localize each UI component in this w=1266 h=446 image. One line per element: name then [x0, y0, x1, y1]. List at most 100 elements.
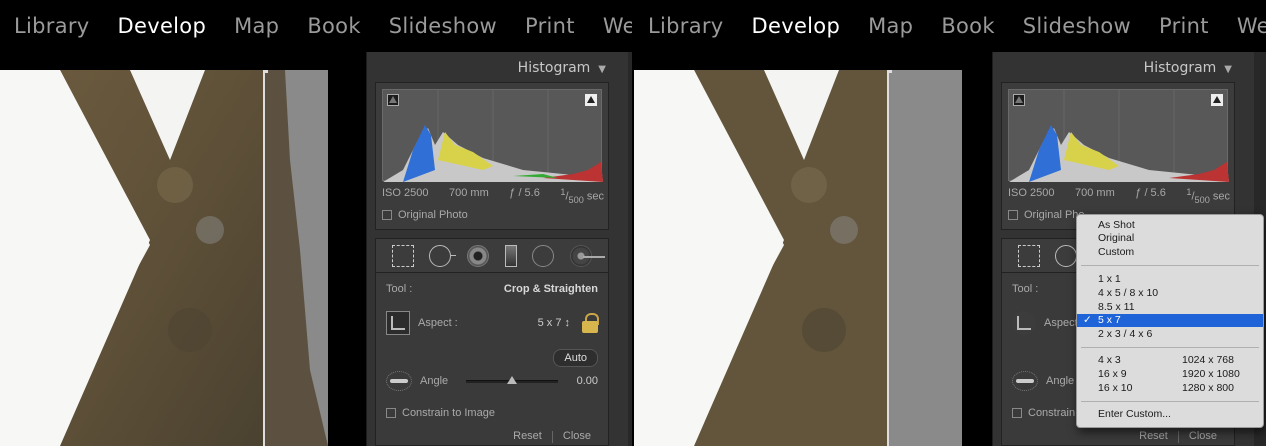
menu-item-4x3[interactable]: 4 x 3 1024 x 768	[1077, 354, 1263, 367]
crop-guide-line[interactable]	[263, 70, 265, 446]
shadow-clipping-icon[interactable]	[387, 94, 399, 106]
graduated-filter-icon[interactable]	[504, 245, 517, 267]
crop-corner-handle[interactable]	[257, 70, 268, 73]
module-book[interactable]: Book	[927, 14, 1008, 38]
menu-item-1280x800[interactable]: 1280 x 800	[1182, 382, 1234, 395]
constrain-row[interactable]: Constrain to Image	[386, 407, 598, 419]
aspect-dropdown[interactable]: 5 x 7 ↕	[538, 317, 570, 329]
menu-item-enter-custom[interactable]: Enter Custom...	[1077, 408, 1263, 421]
module-slideshow[interactable]: Slideshow	[1009, 14, 1145, 38]
angle-slider[interactable]	[466, 375, 558, 384]
menu-item-1024x768[interactable]: 1024 x 768	[1182, 354, 1234, 367]
shutter-speed-value: 1/500 sec	[560, 187, 604, 205]
module-library[interactable]: Library	[0, 14, 104, 38]
photo-canvas[interactable]	[634, 70, 962, 446]
menu-item-1x1[interactable]: 1 x 1	[1077, 273, 1263, 286]
original-photo-toggle[interactable]: Original Pho	[1008, 209, 1085, 221]
module-web[interactable]: Web	[1223, 14, 1266, 38]
menu-item-4x5[interactable]: 4 x 5 / 8 x 10	[1077, 287, 1263, 300]
original-photo-checkbox[interactable]	[1008, 210, 1018, 220]
menu-item-as-shot[interactable]: As Shot	[1077, 219, 1263, 232]
highlight-clipping-icon[interactable]	[585, 94, 597, 106]
adjustment-brush-icon[interactable]	[570, 245, 606, 267]
crop-corner-handle[interactable]	[881, 70, 892, 73]
crop-footer: Reset Close	[1007, 430, 1227, 446]
module-develop[interactable]: Develop	[104, 14, 221, 38]
aperture-value: ƒ / 5.6	[1135, 187, 1166, 199]
histogram-graph[interactable]	[382, 89, 603, 182]
tool-row: Tool : Crop & Straighten	[386, 283, 598, 295]
red-eye-icon[interactable]	[467, 245, 490, 267]
photo-branch-image	[634, 70, 962, 446]
module-print[interactable]: Print	[1145, 14, 1223, 38]
crop-tool-icon[interactable]	[391, 245, 414, 267]
lightroom-window-before: Library Develop Map Book Slideshow Print…	[0, 0, 632, 446]
menu-item-2x3[interactable]: 2 x 3 / 4 x 6	[1077, 328, 1263, 341]
reset-button[interactable]: Reset	[1129, 430, 1178, 446]
angle-value[interactable]: 0.00	[568, 375, 598, 387]
constrain-checkbox[interactable]	[1012, 408, 1022, 418]
menu-item-label: 16 x 9	[1098, 368, 1127, 380]
collapse-triangle-icon[interactable]: ▼	[1224, 64, 1232, 75]
crop-guide-line[interactable]	[887, 70, 889, 446]
crop-frame-icon[interactable]	[386, 311, 410, 335]
menu-item-original[interactable]: Original	[1077, 232, 1263, 245]
spot-removal-icon[interactable]	[429, 245, 457, 267]
aspect-lock-icon[interactable]	[582, 313, 599, 333]
module-picker: Library Develop Map Book Slideshow Print…	[634, 0, 1266, 52]
aperture-value: ƒ / 5.6	[509, 187, 540, 199]
close-button[interactable]: Close	[1179, 430, 1227, 446]
highlight-clipping-icon[interactable]	[1211, 94, 1223, 106]
module-book[interactable]: Book	[293, 14, 374, 38]
module-map[interactable]: Map	[220, 14, 293, 38]
original-photo-checkbox[interactable]	[382, 210, 392, 220]
crop-panel: Tool : Crop & Straighten Aspect : 5 x 7 …	[375, 272, 609, 446]
exif-info: ISO 2500 700 mm ƒ / 5.6 1/500 sec	[382, 187, 604, 205]
spot-removal-icon[interactable]	[1055, 245, 1083, 267]
iso-value: ISO 2500	[382, 187, 429, 199]
histogram-title: Histogram	[1143, 60, 1217, 76]
menu-item-custom[interactable]: Custom	[1077, 246, 1263, 259]
menu-item-1920x1080[interactable]: 1920 x 1080	[1182, 368, 1240, 381]
develop-tool-strip	[375, 238, 609, 274]
module-web[interactable]: Web	[589, 14, 632, 38]
radial-filter-icon[interactable]	[532, 245, 555, 267]
menu-item-16x10[interactable]: 16 x 10 1280 x 800	[1077, 382, 1263, 395]
module-print[interactable]: Print	[511, 14, 589, 38]
histogram-header[interactable]: Histogram ▼	[1144, 60, 1232, 76]
module-library[interactable]: Library	[634, 14, 738, 38]
tool-label: Tool :	[1012, 283, 1039, 295]
histogram-graph[interactable]	[1008, 89, 1229, 182]
aspect-row: Aspect : 5 x 7 ↕	[386, 309, 599, 337]
histogram-curve	[383, 90, 603, 182]
aspect-label: Aspect	[1044, 317, 1078, 329]
photo-canvas[interactable]	[0, 70, 328, 446]
histogram-title: Histogram	[517, 60, 591, 76]
collapse-triangle-icon[interactable]: ▼	[598, 64, 606, 75]
menu-item-16x9[interactable]: 16 x 9 1920 x 1080	[1077, 368, 1263, 381]
straighten-level-icon[interactable]	[1012, 371, 1038, 391]
menu-item-8-5x11[interactable]: 8.5 x 11	[1077, 301, 1263, 314]
crop-tool-icon[interactable]	[1017, 245, 1040, 267]
original-photo-toggle[interactable]: Original Photo	[382, 209, 468, 221]
module-develop[interactable]: Develop	[738, 14, 855, 38]
shadow-clipping-icon[interactable]	[1013, 94, 1025, 106]
angle-label: Angle	[420, 375, 449, 387]
tool-label: Tool :	[386, 283, 413, 295]
close-button[interactable]: Close	[553, 430, 601, 446]
constrain-checkbox[interactable]	[386, 408, 396, 418]
crop-frame-icon[interactable]	[1012, 311, 1036, 335]
reset-button[interactable]: Reset	[503, 430, 552, 446]
straighten-level-icon[interactable]	[386, 371, 412, 391]
module-map[interactable]: Map	[854, 14, 927, 38]
auto-button[interactable]: Auto	[553, 349, 598, 367]
module-picker: Library Develop Map Book Slideshow Print…	[0, 0, 632, 52]
focal-length-value: 700 mm	[1075, 187, 1115, 199]
module-slideshow[interactable]: Slideshow	[375, 14, 511, 38]
histogram-panel: ISO 2500 700 mm ƒ / 5.6 1/500 sec Origin…	[375, 82, 609, 230]
constrain-label: Constrain	[1028, 407, 1076, 419]
menu-item-5x7[interactable]: ✓ 5 x 7	[1077, 314, 1263, 327]
histogram-header[interactable]: Histogram ▼	[518, 60, 606, 76]
angle-slider-thumb[interactable]	[507, 375, 518, 384]
aspect-ratio-menu: As Shot Original Custom 1 x 1 4 x 5 / 8 …	[1076, 214, 1264, 428]
